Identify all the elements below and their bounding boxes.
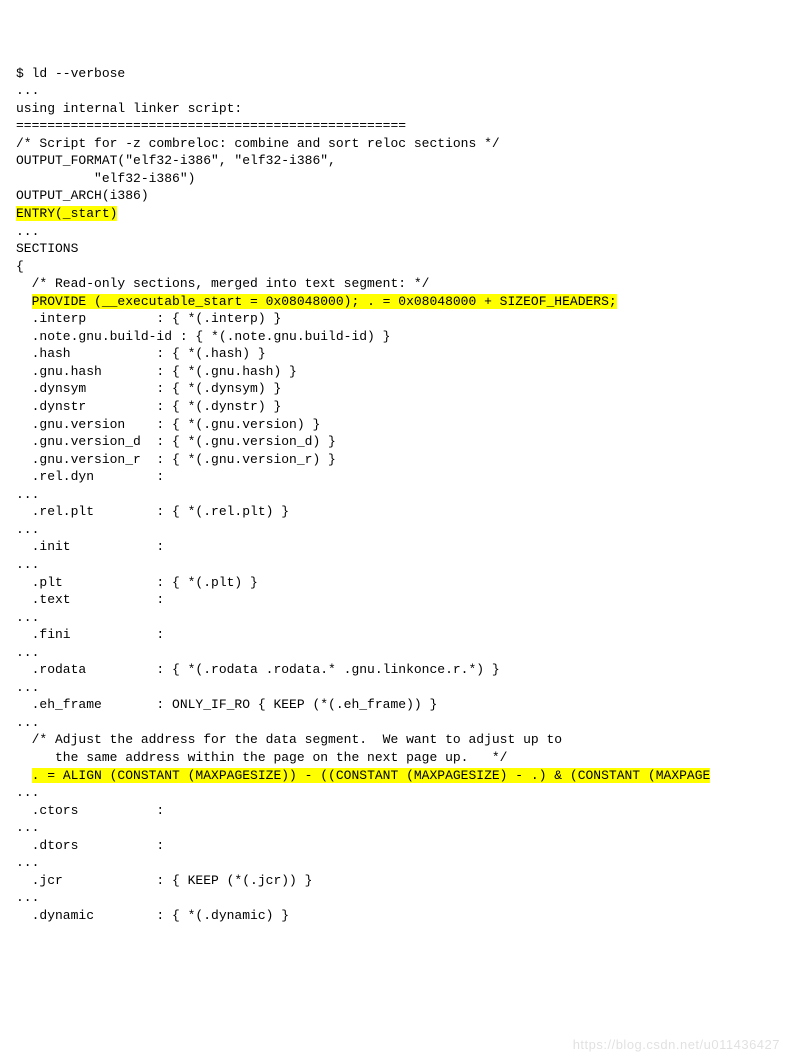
code-line: using internal linker script:	[16, 101, 242, 116]
code-line-highlight-provide: PROVIDE (__executable_start = 0x08048000…	[32, 294, 617, 309]
code-line: ...	[16, 785, 39, 800]
code-line: .jcr : { KEEP (*(.jcr)) }	[16, 873, 312, 888]
code-line: /* Read-only sections, merged into text …	[16, 276, 429, 291]
code-line: ========================================…	[16, 118, 406, 133]
code-line: ...	[16, 680, 39, 695]
code-line: "elf32-i386")	[16, 171, 195, 186]
code-line: .ctors :	[16, 803, 164, 818]
code-line: .interp : { *(.interp) }	[16, 311, 281, 326]
code-line: {	[16, 259, 24, 274]
code-line: . = ALIGN (CONSTANT (MAXPAGESIZE)) - ((C…	[16, 768, 710, 783]
code-line: .fini :	[16, 627, 164, 642]
code-block: $ ld --verbose ... using internal linker…	[16, 65, 774, 925]
code-line: ...	[16, 487, 39, 502]
code-line: ...	[16, 820, 39, 835]
code-line: /* Script for -z combreloc: combine and …	[16, 136, 500, 151]
code-line: .gnu.version_d : { *(.gnu.version_d) }	[16, 434, 336, 449]
code-line: .rel.plt : { *(.rel.plt) }	[16, 504, 289, 519]
code-line: ...	[16, 224, 39, 239]
code-line: .dynstr : { *(.dynstr) }	[16, 399, 281, 414]
code-line: ...	[16, 610, 39, 625]
code-line: .dynamic : { *(.dynamic) }	[16, 908, 289, 923]
code-line: .note.gnu.build-id : { *(.note.gnu.build…	[16, 329, 390, 344]
code-line: OUTPUT_FORMAT("elf32-i386", "elf32-i386"…	[16, 153, 336, 168]
code-line: .dynsym : { *(.dynsym) }	[16, 381, 281, 396]
code-line-highlight-align: . = ALIGN (CONSTANT (MAXPAGESIZE)) - ((C…	[32, 768, 711, 783]
code-line: .gnu.version : { *(.gnu.version) }	[16, 417, 320, 432]
watermark-text: https://blog.csdn.net/u011436427	[573, 1036, 780, 1054]
code-line: .rel.dyn :	[16, 469, 164, 484]
code-line: ...	[16, 645, 39, 660]
code-line: .gnu.hash : { *(.gnu.hash) }	[16, 364, 297, 379]
code-line: .hash : { *(.hash) }	[16, 346, 266, 361]
code-line: SECTIONS	[16, 241, 78, 256]
code-line: ...	[16, 522, 39, 537]
code-line: OUTPUT_ARCH(i386)	[16, 188, 149, 203]
code-line: $ ld --verbose	[16, 66, 125, 81]
code-line: ...	[16, 83, 39, 98]
code-line: .dtors :	[16, 838, 164, 853]
code-line: .plt : { *(.plt) }	[16, 575, 258, 590]
code-line: ...	[16, 715, 39, 730]
code-line-highlight-entry: ENTRY(_start)	[16, 206, 117, 221]
code-line: /* Adjust the address for the data segme…	[16, 732, 562, 747]
code-line: .init :	[16, 539, 164, 554]
code-line: .text :	[16, 592, 164, 607]
code-line: ...	[16, 890, 39, 905]
code-line: .eh_frame : ONLY_IF_RO { KEEP (*(.eh_fra…	[16, 697, 437, 712]
code-line: the same address within the page on the …	[16, 750, 507, 765]
code-line: PROVIDE (__executable_start = 0x08048000…	[16, 294, 617, 309]
code-line: .gnu.version_r : { *(.gnu.version_r) }	[16, 452, 336, 467]
code-line: ...	[16, 557, 39, 572]
code-line: .rodata : { *(.rodata .rodata.* .gnu.lin…	[16, 662, 500, 677]
code-line: ...	[16, 855, 39, 870]
